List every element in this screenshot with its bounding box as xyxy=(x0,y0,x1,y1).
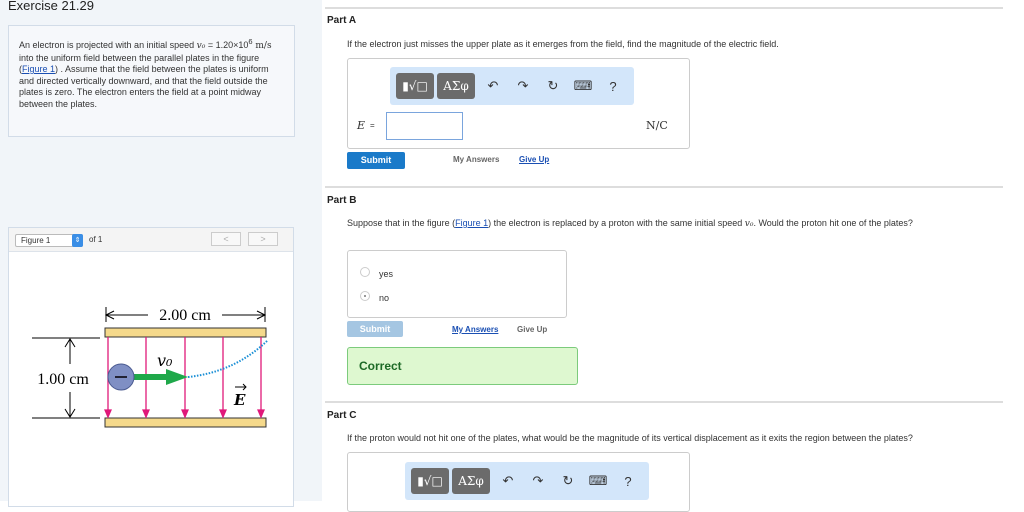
redo-icon[interactable]: ↷ xyxy=(523,473,553,489)
part-b-label: Part B xyxy=(327,195,357,206)
templates-button[interactable]: ▮√□ xyxy=(411,468,449,494)
trajectory-path xyxy=(187,339,269,378)
part-a-question: If the electron just misses the upper pl… xyxy=(347,39,779,49)
reset-icon[interactable]: ↻ xyxy=(553,473,583,489)
radio-selected-dot xyxy=(364,295,366,297)
redo-icon[interactable]: ↷ xyxy=(508,78,538,94)
help-icon[interactable]: ? xyxy=(613,474,643,489)
undo-icon[interactable]: ↶ xyxy=(478,78,508,94)
keyboard-icon[interactable]: ⌨ xyxy=(568,78,598,94)
my-answers-link[interactable]: My Answers xyxy=(453,155,499,164)
lower-plate xyxy=(104,417,267,428)
templates-button[interactable]: ▮√□ xyxy=(396,73,434,99)
part-a-label: Part A xyxy=(327,15,357,26)
divider xyxy=(325,186,1003,188)
option-no-label: no xyxy=(379,293,390,303)
figure-diagram: 2.00 cm 1.00 cm v₀ E xyxy=(32,307,269,428)
radio-no[interactable] xyxy=(360,291,370,301)
question-text: Suppose that in the figure ( xyxy=(347,218,456,228)
variable-label: E xyxy=(357,119,366,132)
part-c-question: If the proton would not hit one of the p… xyxy=(347,433,913,443)
equals-sign: = xyxy=(370,121,375,130)
height-label: 1.00 cm xyxy=(37,371,89,388)
correct-feedback: Correct xyxy=(347,347,578,385)
left-panel: Exercise 21.29 An electron is projected … xyxy=(0,0,322,507)
undo-icon[interactable]: ↶ xyxy=(493,473,523,489)
symbols-button[interactable]: ΑΣφ xyxy=(437,73,475,99)
upper-plate xyxy=(104,327,267,338)
width-label: 2.00 cm xyxy=(159,307,211,324)
keyboard-icon[interactable]: ⌨ xyxy=(583,473,613,489)
unit-label: N/C xyxy=(646,119,668,132)
question-text: . Would the proton hit one of the plates… xyxy=(753,218,913,228)
velocity-arrow xyxy=(132,369,188,385)
reset-icon[interactable]: ↻ xyxy=(538,78,568,94)
radio-yes[interactable] xyxy=(360,267,370,277)
option-yes-label: yes xyxy=(379,269,394,279)
part-b-options-box xyxy=(347,250,567,318)
figure-link[interactable]: Figure 1 xyxy=(455,218,488,228)
give-up-link[interactable]: Give Up xyxy=(519,155,549,164)
part-b-submit-button[interactable]: Submit xyxy=(347,321,403,337)
divider xyxy=(325,7,1003,9)
help-icon[interactable]: ? xyxy=(598,79,628,94)
vector-arrow-icon xyxy=(235,383,247,391)
e-field-input[interactable] xyxy=(386,112,463,140)
v0-label: v₀ xyxy=(157,351,173,370)
part-c-label: Part C xyxy=(327,410,357,421)
symbols-button[interactable]: ΑΣφ xyxy=(452,468,490,494)
give-up-link[interactable]: Give Up xyxy=(517,325,547,334)
part-a-submit-button[interactable]: Submit xyxy=(347,152,405,169)
question-text: ) the electron is replaced by a proton w… xyxy=(488,218,745,228)
math-toolbar: ▮√□ ΑΣφ ↶ ↷ ↻ ⌨ ? xyxy=(390,67,634,105)
part-b-question: Suppose that in the figure (Figure 1) th… xyxy=(347,217,987,230)
my-answers-link[interactable]: My Answers xyxy=(452,325,498,334)
divider xyxy=(325,401,1003,403)
math-toolbar: ▮√□ ΑΣφ ↶ ↷ ↻ ⌨ ? xyxy=(405,462,649,500)
e-field-label: E xyxy=(233,391,246,409)
